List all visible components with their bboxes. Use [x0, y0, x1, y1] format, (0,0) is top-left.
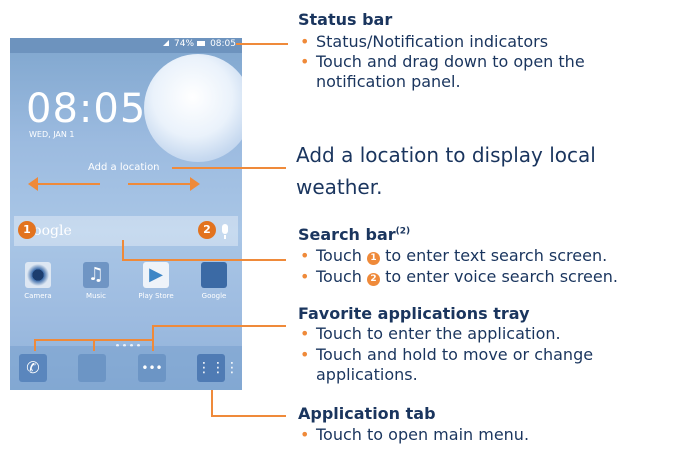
- app-label: Play Store: [138, 292, 174, 300]
- app-tab-title: Application tab: [298, 404, 436, 423]
- favorites-item-2: Touch and hold to move or change: [316, 345, 594, 364]
- music-icon: ♫: [83, 262, 109, 288]
- status-time: 08:05: [210, 39, 236, 49]
- camera-icon: [25, 262, 51, 288]
- swipe-right-arrow: [128, 183, 192, 185]
- badge-2: 2: [198, 221, 216, 239]
- swipe-left-arrow: [36, 183, 100, 185]
- app-google[interactable]: Google: [190, 262, 238, 300]
- battery-icon: [197, 40, 206, 46]
- app-music[interactable]: ♫ Music: [72, 262, 120, 300]
- location-callout-line: [172, 167, 286, 169]
- status-bar-title: Status bar: [298, 10, 393, 29]
- status-bar-item-2: Touch and drag down to open the: [316, 52, 585, 71]
- favorites-tray: ✆ ••• ⋮⋮⋮: [10, 346, 242, 390]
- status-indicators: 74% 08:05: [160, 39, 236, 49]
- fav-callout-vertical: [152, 325, 154, 341]
- favorites-item-1: Touch to enter the application.: [316, 324, 561, 343]
- add-location-link[interactable]: Add a location: [88, 162, 160, 173]
- status-bar-item-1: Status/Notification indicators: [316, 32, 549, 51]
- weather-sun-graphic: [144, 54, 242, 162]
- app-camera[interactable]: Camera: [14, 262, 62, 300]
- microphone-icon[interactable]: [222, 224, 228, 239]
- search-callout-line: [122, 259, 286, 261]
- date-label: WED, JAN 1: [29, 130, 75, 139]
- contacts-icon[interactable]: [78, 354, 106, 382]
- app-label: Music: [86, 292, 106, 300]
- clock-widget[interactable]: 08:05: [26, 86, 146, 132]
- search-bar-title: Search bar(2): [298, 225, 411, 244]
- location-line-1: Add a location to display local: [296, 143, 596, 167]
- google-folder-icon: [201, 262, 227, 288]
- app-drawer-icon[interactable]: ⋮⋮⋮: [197, 354, 239, 382]
- phone-home-screen: 74% 08:05 08:05 WED, JAN 1 Add a location…: [10, 38, 242, 390]
- favorites-title: Favorite applications tray: [298, 304, 530, 323]
- badge-1: 1: [18, 221, 36, 239]
- location-line-2: weather.: [296, 175, 383, 199]
- search-bar-item-2: Touch 2 to enter voice search screen.: [316, 267, 618, 286]
- arrow-left-head: [28, 177, 38, 191]
- fav-bracket-top: [34, 339, 154, 341]
- app-tab-item-1: Touch to open main menu.: [316, 425, 530, 444]
- app-play-store[interactable]: ▶ Play Store: [132, 262, 180, 300]
- apptab-callout-vertical: [211, 390, 213, 417]
- app-label: Google: [201, 292, 227, 300]
- search-callout-vertical: [122, 240, 124, 260]
- apptab-callout-line: [211, 415, 286, 417]
- arrow-right-head: [190, 177, 200, 191]
- fav-callout-line: [152, 325, 286, 327]
- favorites-item-3: applications.: [316, 365, 418, 384]
- battery-percent: 74%: [174, 39, 195, 49]
- search-bar-item-1: Touch 1 to enter text search screen.: [316, 246, 608, 265]
- app-label: Camera: [24, 292, 52, 300]
- phone-icon[interactable]: ✆: [19, 354, 47, 382]
- status-bar[interactable]: 74% 08:05: [10, 38, 242, 53]
- signal-icon: [163, 40, 170, 46]
- status-callout-line: [236, 43, 288, 45]
- messaging-icon[interactable]: •••: [138, 354, 166, 382]
- play-store-icon: ▶: [143, 262, 169, 288]
- status-bar-item-3: notification panel.: [316, 72, 461, 91]
